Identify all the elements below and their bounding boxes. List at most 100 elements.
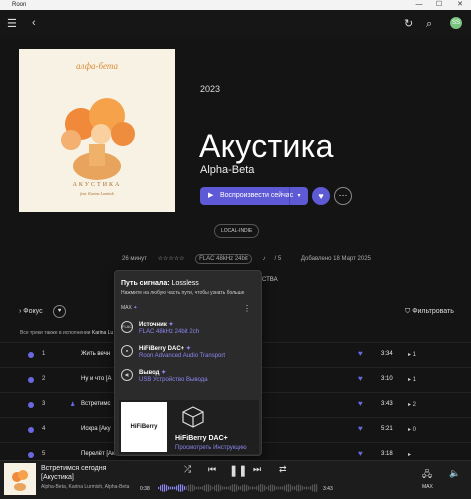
play-track-icon[interactable] <box>28 352 34 358</box>
previous-track-icon[interactable]: ⏮ <box>208 464 216 475</box>
minimize-button[interactable]: — <box>410 0 428 10</box>
track-name[interactable]: Ну и что [А <box>81 376 112 382</box>
favorite-button[interactable]: ♥ <box>312 187 330 205</box>
waveform-bar <box>248 485 250 491</box>
track-actions[interactable]: ▸ 1 <box>408 376 416 383</box>
volume-icon[interactable]: 🔈 <box>449 468 460 479</box>
shuffle-icon[interactable]: ⤮ <box>184 464 191 475</box>
pause-icon[interactable]: ❚❚ <box>229 464 247 477</box>
play-options-dropdown[interactable]: ▾ <box>289 187 308 205</box>
waveform-bar <box>234 484 236 492</box>
album-artist[interactable]: Alpha-Beta <box>200 164 254 176</box>
filter-button[interactable]: ⛉ Фильтровать <box>405 308 454 316</box>
maximize-button[interactable]: ☐ <box>430 0 448 10</box>
track-heart-icon[interactable]: ♥ <box>358 349 363 358</box>
waveform-seekbar[interactable] <box>158 482 318 494</box>
waveform-bar <box>240 486 242 490</box>
waveform-bar <box>222 486 224 490</box>
waveform-bar <box>184 486 186 490</box>
waveform-bar <box>194 485 196 491</box>
track-actions[interactable]: ▸ 1 <box>408 351 416 358</box>
heart-icon: ♥ <box>318 191 324 201</box>
track-name[interactable]: Искра [Аку <box>81 426 111 432</box>
view-manual-link[interactable]: Просмотреть Инструкцию <box>175 445 247 451</box>
waveform-bar <box>270 484 272 492</box>
chevron-right-icon: › <box>19 308 22 315</box>
stage-label: Источник ✦ <box>139 322 174 328</box>
filter-label: Фильтровать <box>412 308 454 315</box>
play-track-icon[interactable] <box>28 427 34 433</box>
now-playing-cover[interactable] <box>4 463 36 495</box>
hamburger-menu-icon[interactable]: ☰ <box>7 18 17 30</box>
now-playing-title[interactable]: Встретимся сегодня <box>41 465 106 472</box>
waveform-bar <box>288 483 290 493</box>
popup-more-icon[interactable]: ⋮ <box>243 304 251 313</box>
track-name[interactable]: Жить вечн <box>81 351 110 357</box>
waveform-bar <box>196 486 198 490</box>
now-playing-album[interactable]: [Акустика] <box>41 474 74 481</box>
stage-label: HiFiBerry DAC+ ✦ <box>139 346 191 352</box>
waveform-bar <box>162 484 164 492</box>
waveform-bar <box>294 486 296 490</box>
genre-tag[interactable]: LOCAL-INDIE <box>214 224 260 238</box>
waveform-bar <box>280 486 282 490</box>
track-actions[interactable]: ▸ 0 <box>408 426 416 433</box>
play-now-button[interactable]: ▶ Воспроизвести сейчас ▾ <box>200 187 308 205</box>
waveform-bar <box>300 485 302 491</box>
track-heart-icon[interactable]: ♥ <box>358 449 363 458</box>
focus-button[interactable]: › Фокус <box>19 308 43 315</box>
play-now-label: Воспроизвести сейчас <box>220 192 294 199</box>
album-rating[interactable]: ☆☆☆☆☆ <box>158 256 185 262</box>
waveform-bar <box>236 484 238 492</box>
history-icon[interactable]: ↻ <box>404 18 413 30</box>
format-badge[interactable]: FLAC 48kHz 24bit <box>195 254 252 264</box>
track-heart-icon[interactable]: ♥ <box>358 424 363 433</box>
top-navigation-bar: ☰ ‹ ↻ ⌕ <box>0 10 471 36</box>
track-name[interactable]: Перелёт [Ак <box>81 451 115 457</box>
more-options-button[interactable]: ··· <box>334 187 352 205</box>
waveform-bar <box>210 485 212 491</box>
play-track-icon[interactable] <box>28 402 34 408</box>
stage-detail: FLAC 48kHz 24bit 2ch <box>139 329 200 335</box>
close-button[interactable]: ✕ <box>451 0 469 10</box>
track-name[interactable]: Встретимс <box>81 401 110 407</box>
zone-device-icon[interactable]: 🖧 <box>422 467 432 483</box>
waveform-bar <box>174 486 176 490</box>
focus-heart-button[interactable]: ♥ <box>53 305 66 318</box>
repeat-icon[interactable]: ⇄ <box>279 464 287 475</box>
track-actions[interactable]: ▸ 2 <box>408 401 416 408</box>
waveform-bar <box>316 484 318 492</box>
waveform-bar <box>212 486 214 490</box>
waveform-bar <box>232 484 234 492</box>
waveform-bar <box>192 484 194 492</box>
hifiberry-logo: HiFiBerry <box>121 402 167 452</box>
waveform-bar <box>286 484 288 492</box>
track-duration: 3:34 <box>381 351 393 357</box>
waveform-bar <box>246 484 248 492</box>
track-heart-icon[interactable]: ♥ <box>358 399 363 408</box>
filter-icon: ⛉ <box>405 308 411 315</box>
waveform-bar <box>306 486 308 490</box>
music-note-icon: ♪ <box>262 256 266 262</box>
device-icon: ● <box>121 345 133 357</box>
waveform-bar <box>292 486 294 490</box>
focus-label: Фокус <box>23 308 43 315</box>
track-heart-icon[interactable]: ♥ <box>358 374 363 383</box>
flac-icon: FLAC <box>121 321 133 333</box>
user-avatar[interactable]: SS <box>450 17 462 29</box>
track-actions[interactable]: ▸ <box>408 451 411 458</box>
waveform-bar <box>166 485 168 491</box>
play-track-icon[interactable] <box>28 452 34 458</box>
waveform-bar <box>276 486 278 490</box>
back-arrow-icon[interactable]: ‹ <box>32 17 36 29</box>
search-icon[interactable]: ⌕ <box>426 18 432 30</box>
cover-thumbnail-art <box>12 470 28 491</box>
track-number: 3 <box>42 401 46 407</box>
waveform-bar <box>186 486 188 490</box>
waveform-bar <box>188 484 190 492</box>
next-track-icon[interactable]: ⏭ <box>253 464 261 475</box>
stage-label: Вывод ✦ <box>139 370 167 376</box>
play-track-icon[interactable] <box>28 377 34 383</box>
now-playing-artists[interactable]: Alpha-Beta, Karina Lurmish, Alpha-Beta <box>41 484 129 490</box>
roon-window: Roon — ☐ ✕ ☰ ‹ ↻ ⌕ SS алфа-бета АКУСТИКА… <box>0 0 471 499</box>
